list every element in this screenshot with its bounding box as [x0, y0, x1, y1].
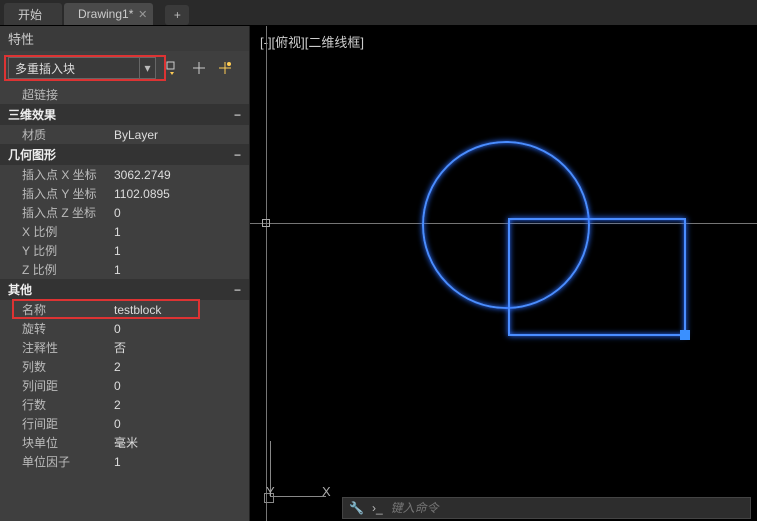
prop-row-cols[interactable]: 列数2 [0, 357, 249, 376]
prop-value: ByLayer [110, 128, 249, 142]
prop-row-blockunit[interactable]: 块单位毫米 [0, 433, 249, 452]
prop-label: Z 比例 [0, 261, 110, 278]
selection-value: 多重插入块 [9, 60, 139, 77]
panel-title: 特性 [0, 26, 249, 51]
viewport-label[interactable]: [-][俯视][二维线框] [260, 32, 364, 51]
section-header-other-label: 其他 [8, 281, 32, 298]
prop-label: 单位因子 [0, 453, 110, 470]
prop-row-annotative[interactable]: 注释性否 [0, 338, 249, 357]
guide-marker [262, 219, 270, 227]
prop-row-rowspacing[interactable]: 行间距0 [0, 414, 249, 433]
prop-label: 行数 [0, 396, 110, 413]
prop-label: 旋转 [0, 320, 110, 337]
prop-value: 1 [110, 263, 249, 277]
prop-row-material[interactable]: 材质 ByLayer [0, 125, 249, 144]
prop-value: 0 [110, 322, 249, 336]
hyperlink-label: 超链接 [0, 86, 110, 103]
tab-start-label: 开始 [18, 6, 42, 23]
prop-label: 行间距 [0, 415, 110, 432]
collapse-icon: − [234, 283, 241, 297]
prop-value: 1 [110, 225, 249, 239]
prop-label: 列间距 [0, 377, 110, 394]
prop-row-insx[interactable]: 插入点 X 坐标3062.2749 [0, 165, 249, 184]
prop-row-rows[interactable]: 行数2 [0, 395, 249, 414]
prop-label: 插入点 X 坐标 [0, 166, 110, 183]
prop-value: 0 [110, 206, 249, 220]
prop-label: 名称 [0, 301, 110, 318]
prop-label: 插入点 Z 坐标 [0, 204, 110, 221]
tab-start[interactable]: 开始 [4, 3, 62, 25]
prop-value: testblock [110, 303, 249, 317]
prop-row-unitfactor[interactable]: 单位因子1 [0, 452, 249, 471]
tab-bar: 开始 Drawing1* ✕ + [0, 0, 757, 26]
selection-grip[interactable] [680, 330, 690, 340]
prop-value: 1 [110, 244, 249, 258]
section-header-geometry[interactable]: 几何图形 − [0, 144, 249, 165]
prop-label: 材质 [0, 126, 110, 143]
prop-value: 0 [110, 379, 249, 393]
prop-value: 2 [110, 360, 249, 374]
prop-value: 3062.2749 [110, 168, 249, 182]
command-input[interactable] [391, 501, 744, 515]
prop-row-rotation[interactable]: 旋转0 [0, 319, 249, 338]
quickselect-icon[interactable] [164, 59, 182, 77]
section-header-effect3d-label: 三维效果 [8, 106, 56, 123]
tab-drawing-label: Drawing1* [78, 7, 133, 21]
drawing-canvas[interactable]: [-][俯视][二维线框] Y X 🔧 ›_ [250, 26, 757, 521]
prop-value: 1 [110, 455, 249, 469]
section-header-other[interactable]: 其他 − [0, 279, 249, 300]
prop-row-sx[interactable]: X 比例1 [0, 222, 249, 241]
prop-value: 毫米 [110, 434, 249, 451]
prop-row-insz[interactable]: 插入点 Z 坐标0 [0, 203, 249, 222]
close-icon[interactable]: ✕ [138, 8, 147, 21]
section-header-geometry-label: 几何图形 [8, 146, 56, 163]
prop-row-sz[interactable]: Z 比例1 [0, 260, 249, 279]
guide-vertical [266, 26, 267, 521]
ucs-x-axis [270, 496, 326, 497]
tab-drawing[interactable]: Drawing1* ✕ [64, 3, 153, 25]
collapse-icon: − [234, 108, 241, 122]
prop-value: 0 [110, 417, 249, 431]
prop-row-sy[interactable]: Y 比例1 [0, 241, 249, 260]
command-bar[interactable]: 🔧 ›_ [342, 497, 751, 519]
prop-label: 插入点 Y 坐标 [0, 185, 110, 202]
prop-value: 否 [110, 339, 249, 356]
prop-label: Y 比例 [0, 242, 110, 259]
pickadd-toggle-icon[interactable] [216, 59, 234, 77]
prop-label: 块单位 [0, 434, 110, 451]
prop-row-name[interactable]: 名称testblock [0, 300, 249, 319]
wrench-icon[interactable]: 🔧 [349, 501, 364, 515]
prop-value: 2 [110, 398, 249, 412]
prop-row-insy[interactable]: 插入点 Y 坐标1102.0895 [0, 184, 249, 203]
rectangle-shape[interactable] [508, 218, 686, 336]
selection-row: 多重插入块 ▾ [0, 51, 249, 85]
properties-panel: 特性 多重插入块 ▾ 超链接 三维效果 − [0, 26, 250, 521]
prop-row-colspacing[interactable]: 列间距0 [0, 376, 249, 395]
hyperlink-row[interactable]: 超链接 [0, 85, 249, 104]
chevron-down-icon: ▾ [139, 58, 155, 78]
chevron-right-icon: ›_ [372, 501, 383, 515]
axis-x-label: X [322, 484, 331, 499]
prop-label: 注释性 [0, 339, 110, 356]
section-header-effect3d[interactable]: 三维效果 − [0, 104, 249, 125]
pickadd-icon[interactable] [190, 59, 208, 77]
tab-add-button[interactable]: + [165, 5, 189, 25]
axis-y-label: Y [266, 484, 275, 499]
prop-label: 列数 [0, 358, 110, 375]
selection-dropdown[interactable]: 多重插入块 ▾ [8, 57, 156, 79]
prop-label: X 比例 [0, 223, 110, 240]
prop-value: 1102.0895 [110, 187, 249, 201]
collapse-icon: − [234, 148, 241, 162]
